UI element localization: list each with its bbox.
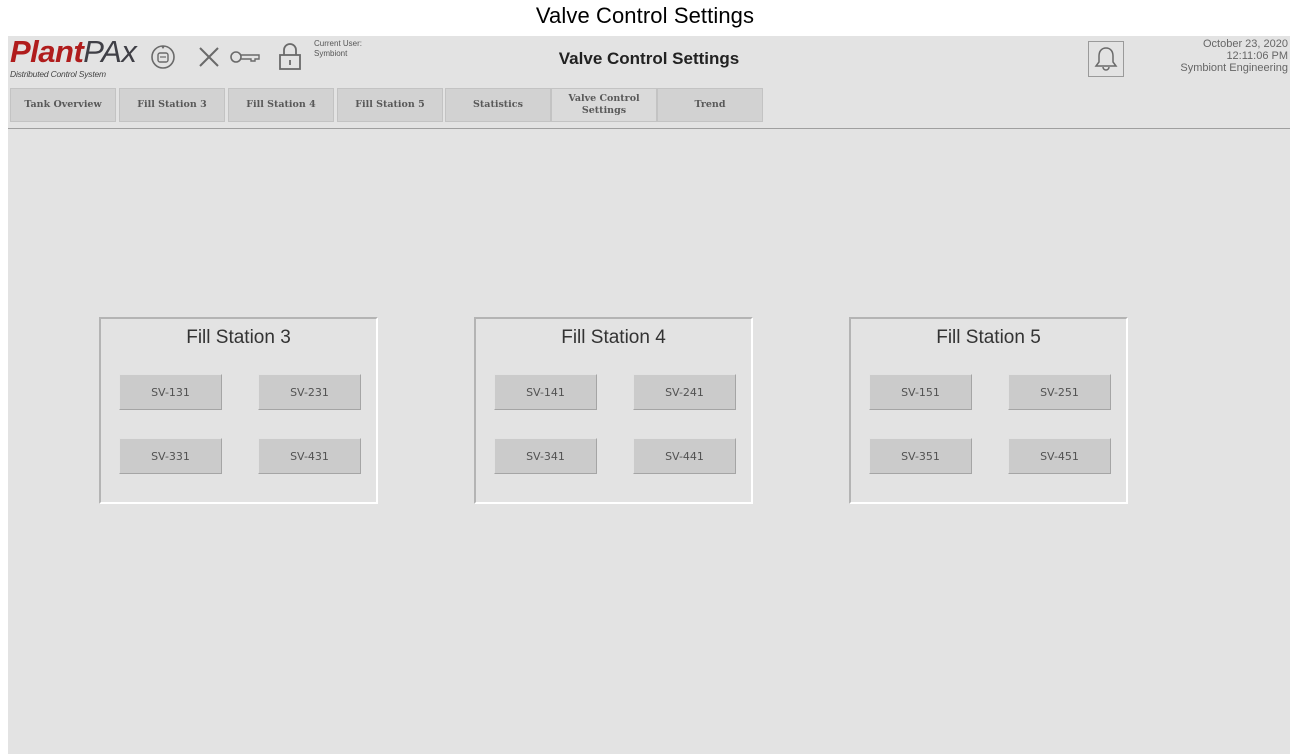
valve-button-sv-241[interactable]: SV-241: [633, 374, 736, 410]
nav-valve-control-settings[interactable]: Valve Control Settings: [551, 88, 657, 122]
valve-button-sv-251[interactable]: SV-251: [1008, 374, 1111, 410]
nav-fill-station-3[interactable]: Fill Station 3: [119, 88, 225, 122]
date-text: October 23, 2020: [1202, 38, 1288, 50]
alarm-button[interactable]: [1088, 41, 1124, 77]
hmi-screen: PlantPAx Distributed Control System Curr…: [8, 34, 1290, 754]
logo-subtitle: Distributed Control System: [10, 69, 106, 79]
valve-button-sv-451[interactable]: SV-451: [1008, 438, 1111, 474]
valve-button-sv-341[interactable]: SV-341: [494, 438, 597, 474]
valve-button-sv-231[interactable]: SV-231: [258, 374, 361, 410]
current-user-label: Current User:: [314, 39, 363, 48]
bell-icon: [1094, 47, 1118, 71]
valve-button-sv-141[interactable]: SV-141: [494, 374, 597, 410]
valve-button-sv-151[interactable]: SV-151: [869, 374, 972, 410]
datetime-panel: October 23, 2020 12:11:06 PM Symbiont En…: [1180, 38, 1288, 74]
valve-button-sv-351[interactable]: SV-351: [869, 438, 972, 474]
time-text: 12:11:06 PM: [1226, 50, 1288, 62]
station-title: Fill Station 4: [561, 327, 666, 348]
page: Valve Control Settings PlantPAx Distribu…: [0, 0, 1290, 754]
valve-button-sv-331[interactable]: SV-331: [119, 438, 222, 474]
valve-button-sv-131[interactable]: SV-131: [119, 374, 222, 410]
station-panel-4: Fill Station 4 SV-141 SV-241 SV-341 SV-4…: [474, 317, 753, 504]
valve-button-sv-431[interactable]: SV-431: [258, 438, 361, 474]
nav-fill-station-4[interactable]: Fill Station 4: [228, 88, 334, 122]
nav-trend[interactable]: Trend: [657, 88, 763, 122]
valve-button-sv-441[interactable]: SV-441: [633, 438, 736, 474]
header-bar: PlantPAx Distributed Control System Curr…: [8, 34, 1290, 84]
nav-statistics[interactable]: Statistics: [445, 88, 551, 122]
navigation-bar: Tank Overview Fill Station 3 Fill Statio…: [8, 83, 1290, 129]
nav-fill-station-5[interactable]: Fill Station 5: [337, 88, 443, 122]
window-caption: Valve Control Settings: [535, 3, 755, 28]
station-panel-5: Fill Station 5 SV-151 SV-251 SV-351 SV-4…: [849, 317, 1128, 504]
station-title: Fill Station 5: [936, 327, 1041, 348]
station-panel-3: Fill Station 3 SV-131 SV-231 SV-331 SV-4…: [99, 317, 378, 504]
nav-tank-overview[interactable]: Tank Overview: [10, 88, 116, 122]
station-title: Fill Station 3: [186, 327, 291, 348]
company-text: Symbiont Engineering: [1180, 62, 1288, 74]
